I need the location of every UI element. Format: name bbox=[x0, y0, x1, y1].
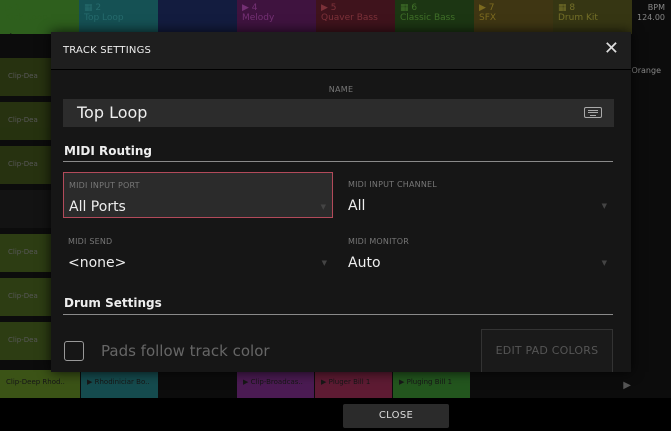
midi-routing-heading: MIDI Routing bbox=[64, 144, 153, 158]
track-number: ▦ 2 bbox=[84, 3, 102, 13]
dialog-header: TRACK SETTINGS ✕ bbox=[51, 32, 631, 70]
chevron-down-icon: ▼ bbox=[601, 202, 607, 210]
track-number: ▦ 8 bbox=[558, 3, 576, 13]
tempo-label: BPM bbox=[647, 3, 665, 12]
track-name-value: Top Loop bbox=[77, 103, 148, 122]
keyboard-icon[interactable] bbox=[584, 107, 602, 118]
midi-input-channel-label: MIDI INPUT CHANNEL bbox=[348, 180, 437, 189]
play-icon[interactable]: ▶ bbox=[623, 380, 631, 391]
clip-label: Clip-Dea bbox=[8, 336, 38, 344]
midi-input-channel-value: All bbox=[348, 198, 366, 214]
pads-follow-label: Pads follow track color bbox=[101, 342, 270, 360]
chevron-down-icon: ▼ bbox=[320, 203, 326, 211]
midi-routing-divider bbox=[63, 161, 613, 162]
track-number: ▶ 5 bbox=[321, 3, 337, 13]
pads-follow-checkbox[interactable] bbox=[64, 341, 84, 361]
name-label: NAME bbox=[328, 85, 354, 94]
clip-cell[interactable]: Clip-Deep Rhod.. bbox=[0, 370, 80, 398]
track-header[interactable]: ▶ 7 SFX bbox=[474, 0, 553, 34]
track-label: Quaver Bass bbox=[321, 13, 378, 23]
midi-send-select[interactable]: MIDI SEND <none> ▼ bbox=[63, 229, 333, 275]
clip-label: Clip-Dea bbox=[8, 72, 38, 80]
side-label: Orange bbox=[631, 66, 661, 75]
track-header[interactable] bbox=[158, 0, 237, 34]
track-label: Kick Loop bbox=[5, 13, 49, 23]
chevron-down-icon: ▼ bbox=[321, 259, 327, 267]
track-header[interactable]: ▶ 5 Quaver Bass bbox=[316, 0, 395, 34]
track-label: Drum Kit bbox=[558, 13, 598, 23]
tempo-value: 124.00 bbox=[637, 13, 665, 22]
clip-cell[interactable]: ▶ Pluger Bill 1 bbox=[315, 370, 392, 398]
clip-label: Clip-Dea bbox=[8, 160, 38, 168]
clip-column: Clip-Dea Clip-Dea Clip-Dea Clip-Dea Clip-Dea… bbox=[0, 58, 54, 366]
track-number: ▶ 4 bbox=[242, 3, 258, 13]
clip-cell[interactable]: Clip-Dea bbox=[0, 278, 54, 316]
track-number: ▦ 6 bbox=[400, 3, 418, 13]
track-label: Classic Bass bbox=[400, 13, 456, 23]
track-header[interactable]: ▶ 1Kick Loop A bbox=[0, 0, 79, 34]
clip-cell[interactable]: ▶ Pluging Bill 1 bbox=[393, 370, 470, 398]
track-badge: A bbox=[5, 32, 17, 34]
drum-settings-divider bbox=[63, 314, 613, 315]
track-number: ▶ 1 bbox=[5, 3, 21, 13]
footer-bar bbox=[0, 398, 671, 431]
edit-pad-colors-button[interactable]: EDIT PAD COLORS bbox=[481, 329, 613, 372]
chevron-down-icon: ▼ bbox=[601, 259, 607, 267]
clip-label: Clip-Dea bbox=[8, 292, 38, 300]
track-name-field[interactable]: Top Loop bbox=[63, 99, 614, 127]
dialog-title: TRACK SETTINGS bbox=[63, 45, 152, 56]
clip-cell[interactable] bbox=[159, 370, 236, 398]
track-strip: ▶ 1Kick LoopA▦ 2Top Loop▶ 4Melody▶ 5Quav… bbox=[0, 0, 671, 34]
clip-label: Clip-Dea bbox=[8, 248, 38, 256]
close-icon[interactable]: ✕ bbox=[604, 40, 619, 58]
midi-input-port-select[interactable]: MIDI INPUT PORT All Ports ▼ bbox=[63, 172, 333, 218]
track-header[interactable]: ▦ 6 Classic Bass bbox=[395, 0, 474, 34]
clip-cell[interactable]: ▶ Clip-Broadcas.. bbox=[237, 370, 314, 398]
midi-monitor-select[interactable]: MIDI MONITOR Auto ▼ bbox=[343, 229, 613, 275]
clip-cell[interactable]: Clip-Dea bbox=[0, 58, 54, 96]
midi-input-port-value: All Ports bbox=[69, 199, 126, 215]
clip-cell[interactable]: Clip-Dea bbox=[0, 102, 54, 140]
midi-input-port-label: MIDI INPUT PORT bbox=[69, 181, 140, 190]
clip-cell[interactable]: Clip-Dea bbox=[0, 146, 54, 184]
clip-cell[interactable]: Clip-Dea bbox=[0, 234, 54, 272]
clip-cell[interactable]: ▶ Rhodiniciar Bo.. bbox=[81, 370, 158, 398]
midi-monitor-label: MIDI MONITOR bbox=[348, 237, 410, 246]
clip-label: Clip-Dea bbox=[8, 116, 38, 124]
close-button[interactable]: CLOSE bbox=[343, 404, 449, 428]
midi-monitor-value: Auto bbox=[348, 255, 381, 271]
track-label: Melody bbox=[242, 13, 275, 23]
track-header[interactable]: ▦ 2 Top Loop bbox=[79, 0, 158, 34]
track-label: SFX bbox=[479, 13, 497, 23]
track-label: Top Loop bbox=[84, 13, 124, 23]
track-settings-dialog: TRACK SETTINGS ✕ NAME Top Loop MIDI Rout… bbox=[51, 32, 631, 372]
midi-send-label: MIDI SEND bbox=[68, 237, 113, 246]
drum-settings-heading: Drum Settings bbox=[64, 296, 162, 310]
track-number: ▶ 7 bbox=[479, 3, 495, 13]
midi-send-value: <none> bbox=[68, 255, 127, 271]
track-header[interactable]: ▦ 8 Drum Kit bbox=[553, 0, 632, 34]
midi-input-channel-select[interactable]: MIDI INPUT CHANNEL All ▼ bbox=[343, 172, 613, 218]
clip-cell[interactable]: Clip-Dea bbox=[0, 322, 54, 360]
tempo-display[interactable]: BPM 124.00 bbox=[637, 3, 665, 23]
clip-cell[interactable] bbox=[0, 190, 54, 228]
track-header[interactable]: ▶ 4 Melody bbox=[237, 0, 316, 34]
clip-cell[interactable] bbox=[471, 370, 548, 398]
bottom-clip-row: Clip-Deep Rhod.. ▶ Rhodiniciar Bo.. ▶ Clip… bbox=[0, 370, 671, 398]
clip-cell[interactable] bbox=[549, 370, 626, 398]
